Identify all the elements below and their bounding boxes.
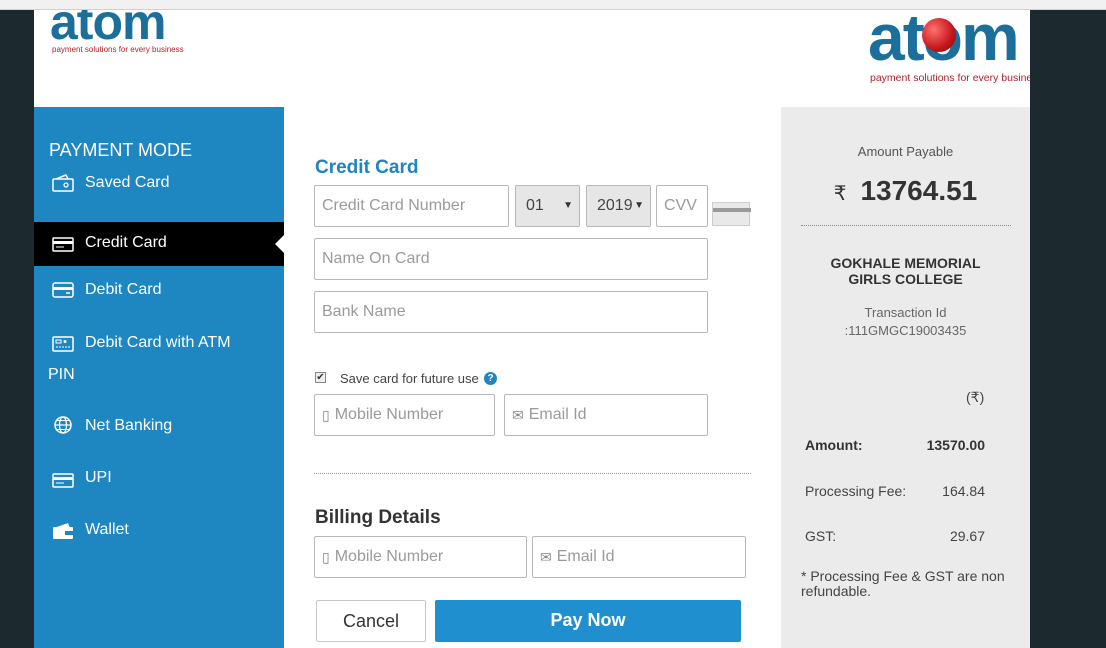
- section-divider: [314, 473, 751, 474]
- dropdown-arrow-icon: ▼: [563, 200, 573, 211]
- card-back-icon: [712, 202, 751, 226]
- sidebar-item-label: Credit Card: [85, 234, 167, 251]
- payment-summary-panel: Amount Payable ₹13764.51 GOKHALE MEMORIA…: [781, 107, 1030, 648]
- credit-card-form: Credit Card Credit Card Number 01 ▼ 2019…: [284, 107, 779, 648]
- upi-card-icon: [52, 473, 74, 488]
- amount-payable-number: 13764.51: [860, 175, 978, 206]
- merchant-name: GOKHALE MEMORIAL GIRLS COLLEGE: [781, 255, 1030, 287]
- right-background-strip: [1030, 10, 1106, 648]
- email-placeholder: Email Id: [528, 406, 587, 424]
- sidebar-item-wallet[interactable]: Wallet: [34, 519, 284, 549]
- amount-payable-label: Amount Payable: [857, 144, 954, 159]
- sidebar-item-saved-card[interactable]: Saved Card: [34, 170, 284, 200]
- gst-row: GST: 29.67: [805, 528, 985, 544]
- globe-icon: [54, 416, 72, 434]
- debit-card-icon: [52, 282, 74, 298]
- expiry-month-select[interactable]: 01 ▼: [515, 185, 580, 227]
- email-input[interactable]: ✉ Email Id: [504, 394, 708, 436]
- credit-card-title: Credit Card: [315, 157, 419, 178]
- billing-details-title: Billing Details: [315, 507, 441, 528]
- mobile-icon: ▯: [322, 407, 330, 423]
- sidebar-item-label: UPI: [85, 469, 112, 486]
- billing-mobile-placeholder: Mobile Number: [334, 548, 444, 566]
- summary-divider: [801, 225, 1011, 226]
- gst-label: GST:: [805, 528, 837, 544]
- logo-red-ball-icon: [922, 18, 956, 52]
- sidebar-item-label: Debit Card with ATM: [85, 334, 231, 351]
- mobile-number-placeholder: Mobile Number: [334, 406, 444, 424]
- left-background-strip: [0, 10, 34, 648]
- billing-email-placeholder: Email Id: [556, 548, 615, 566]
- sidebar-item-credit-card[interactable]: Credit Card: [34, 222, 285, 266]
- envelope-icon: ✉: [540, 549, 552, 565]
- processing-fee-label: Processing Fee:: [805, 483, 907, 499]
- dropdown-arrow-icon: ▼: [634, 200, 644, 211]
- card-number-input[interactable]: Credit Card Number: [314, 185, 509, 227]
- name-on-card-input[interactable]: Name On Card: [314, 238, 708, 280]
- sidebar-item-net-banking[interactable]: Net Banking: [34, 413, 284, 443]
- amount-payable-value: ₹13764.51: [781, 175, 1030, 207]
- atm-pin-card-icon: [52, 336, 74, 352]
- browser-top-bar: [0, 0, 1106, 10]
- rupee-symbol: ₹: [833, 183, 847, 205]
- sidebar-item-debit-card[interactable]: Debit Card: [34, 277, 284, 307]
- cvv-input[interactable]: CVV: [656, 185, 708, 227]
- wallet-card-icon: [52, 174, 74, 192]
- processing-fee-row: Processing Fee: 164.84: [805, 483, 985, 499]
- sidebar-item-debit-card-atm-pin[interactable]: Debit Card with ATM PIN: [34, 329, 284, 393]
- pay-now-button[interactable]: Pay Now: [435, 600, 741, 642]
- amount-row: Amount: 13570.00: [805, 437, 985, 453]
- gst-value: 29.67: [949, 528, 985, 544]
- transaction-info: Transaction Id :111GMGC19003435: [781, 304, 1030, 340]
- logo-small-word: atom: [50, 10, 166, 50]
- expiry-year-select[interactable]: 2019 ▼: [586, 185, 651, 227]
- envelope-icon: ✉: [512, 407, 524, 423]
- amount-value: 13570.00: [926, 437, 985, 453]
- transaction-id: :111GMGC19003435: [844, 323, 967, 338]
- help-icon[interactable]: ?: [484, 372, 497, 385]
- sidebar-item-label: Debit Card: [85, 281, 162, 298]
- refund-note: * Processing Fee & GST are non refundabl…: [801, 568, 1005, 599]
- credit-card-icon: [52, 237, 74, 252]
- expiry-month-value: 01: [526, 197, 544, 214]
- payment-page: atom payment solutions for every busines…: [34, 10, 1030, 648]
- atom-logo-large: atom payment solutions for every busines…: [856, 10, 1030, 100]
- billing-mobile-input[interactable]: ▯ Mobile Number: [314, 536, 527, 578]
- sidebar-item-label: Net Banking: [85, 417, 173, 434]
- merchant-name-line1: GOKHALE MEMORIAL: [830, 255, 981, 271]
- payment-mode-sidebar: PAYMENT MODE Saved Card Credit Card Debi…: [34, 107, 285, 648]
- processing-fee-value: 164.84: [942, 483, 985, 499]
- billing-email-input[interactable]: ✉ Email Id: [532, 536, 746, 578]
- sidebar-item-label: Wallet: [85, 521, 129, 538]
- save-card-checkbox[interactable]: ✔: [315, 372, 326, 383]
- amount-label: Amount:: [805, 437, 863, 453]
- cancel-button[interactable]: Cancel: [316, 600, 426, 642]
- sidebar-item-label: Saved Card: [85, 174, 170, 191]
- atom-logo-small: atom payment solutions for every busines…: [50, 10, 184, 60]
- logo-large-tagline: payment solutions for every business: [870, 72, 1030, 84]
- sidebar-item-upi[interactable]: UPI: [34, 467, 284, 497]
- logo-small-tagline: payment solutions for every business: [52, 45, 184, 54]
- payment-mode-heading: PAYMENT MODE: [49, 140, 193, 160]
- merchant-name-line2: GIRLS COLLEGE: [848, 271, 963, 287]
- mobile-icon: ▯: [322, 549, 330, 565]
- mobile-number-input[interactable]: ▯ Mobile Number: [314, 394, 495, 436]
- currency-header: (₹): [966, 389, 985, 405]
- expiry-year-value: 2019: [597, 197, 633, 214]
- sidebar-item-label-line2: PIN: [48, 366, 75, 383]
- save-card-label: Save card for future use: [340, 371, 479, 386]
- bank-name-input[interactable]: Bank Name: [314, 291, 708, 333]
- transaction-label: Transaction Id: [864, 305, 947, 320]
- wallet-icon: [53, 523, 73, 539]
